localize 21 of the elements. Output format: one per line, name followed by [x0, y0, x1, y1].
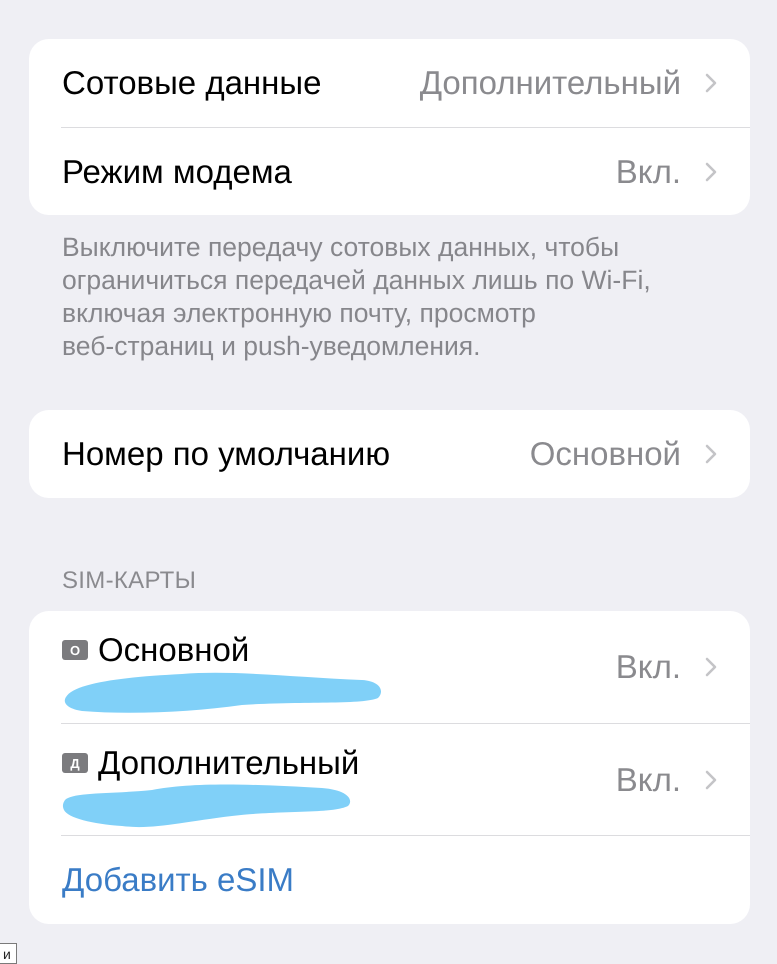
section-header: SIM-КАРТЫ: [62, 568, 196, 594]
row-value: Вкл.: [616, 760, 681, 798]
chevron-icon: [705, 162, 717, 182]
row-value: Вкл.: [616, 648, 681, 686]
sim-badge: Д: [62, 753, 88, 773]
row-label: Номер по умолчанию: [62, 435, 390, 473]
sim-badge: О: [62, 640, 88, 660]
sim-name: Дополнительный: [98, 744, 360, 782]
chevron-icon: [705, 73, 717, 93]
chevron-icon: [705, 770, 717, 790]
row-label: Режим модема: [62, 152, 292, 190]
row-value: Дополнительный: [420, 64, 681, 102]
footnote-text: Выключите передачу сотовых данных, чтобы ограничиться передачей данных лишь по Wi-Fi, включая электронную почту, просмотр веб-страниц и push-уведомления.: [62, 231, 652, 363]
row-value: Вкл.: [616, 152, 681, 190]
chevron-icon: [705, 444, 717, 464]
tooltip-fragment: и: [0, 943, 17, 964]
row-label: Сотовые данные: [62, 64, 322, 102]
add-esim-link[interactable]: Добавить eSIM: [62, 861, 294, 899]
row-value: Основной: [530, 435, 681, 473]
chevron-icon: [705, 657, 717, 677]
sim-name: Основной: [98, 631, 250, 669]
